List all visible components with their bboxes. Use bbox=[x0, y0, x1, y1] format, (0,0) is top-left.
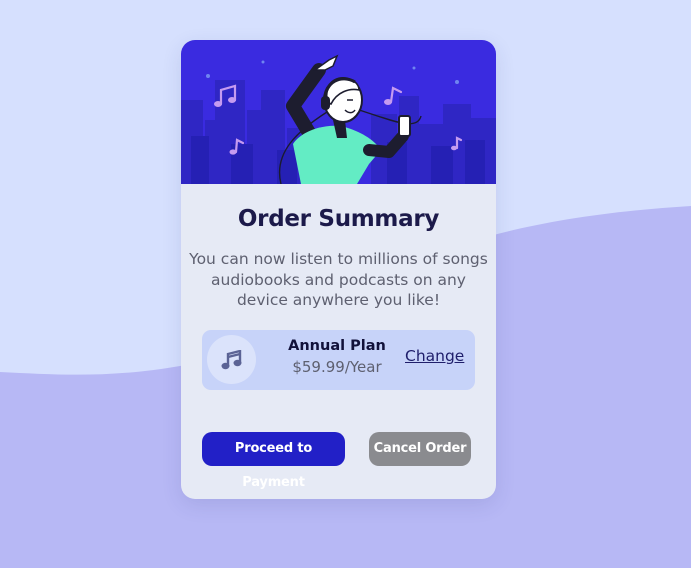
plan-name: Annual Plan bbox=[288, 338, 386, 354]
plan-summary: Annual Plan $59.99/Year Change bbox=[202, 330, 475, 390]
order-summary-card: Order Summary You can now listen to mill… bbox=[181, 40, 496, 499]
music-note-icon bbox=[207, 335, 256, 384]
page-title: Order Summary bbox=[237, 206, 440, 232]
cancel-order-button[interactable]: Cancel Order bbox=[369, 432, 471, 466]
plan-price: $59.99/Year bbox=[292, 358, 382, 376]
hero-illustration bbox=[181, 40, 496, 184]
change-plan-link[interactable]: Change bbox=[405, 347, 464, 365]
order-description: You can now listen to millions of songs … bbox=[189, 250, 488, 309]
proceed-to-payment-button[interactable]: Proceed to Payment bbox=[202, 432, 345, 490]
